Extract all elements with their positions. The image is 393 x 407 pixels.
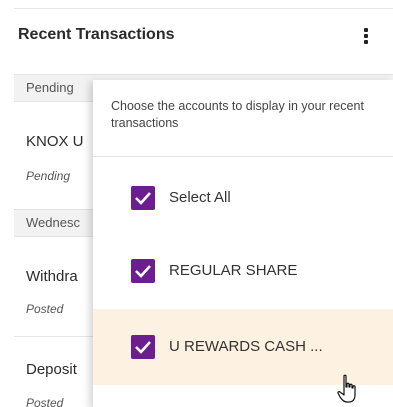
section-date-label: Pending <box>26 80 74 95</box>
option-label: Select All <box>169 189 231 206</box>
transaction-status: Posted <box>26 302 64 316</box>
section-date-label: Wednesc <box>26 215 80 230</box>
transaction-status: Posted <box>26 396 64 407</box>
account-filter-dropdown: Choose the accounts to display in your r… <box>93 80 393 407</box>
account-filter-description: Choose the accounts to display in your r… <box>111 99 364 130</box>
checkbox-checked-icon[interactable] <box>131 335 155 359</box>
option-label: U REWARDS CASH ... <box>169 338 323 355</box>
dropdown-divider <box>93 156 393 157</box>
transaction-name[interactable]: Withdra <box>26 268 78 285</box>
hand-pointer-icon <box>337 374 359 404</box>
option-label: REGULAR SHARE <box>169 262 298 279</box>
transaction-name[interactable]: KNOX U <box>26 133 84 150</box>
checkbox-checked-icon[interactable] <box>131 186 155 210</box>
option-regular-share[interactable]: REGULAR SHARE <box>93 240 393 302</box>
kebab-menu-icon[interactable] <box>358 24 374 48</box>
option-select-all[interactable]: Select All <box>93 166 393 228</box>
transaction-status: Pending <box>26 169 71 183</box>
transaction-name[interactable]: Deposit <box>26 361 77 378</box>
card-title: Recent Transactions <box>18 26 175 43</box>
checkbox-checked-icon[interactable] <box>131 259 155 283</box>
